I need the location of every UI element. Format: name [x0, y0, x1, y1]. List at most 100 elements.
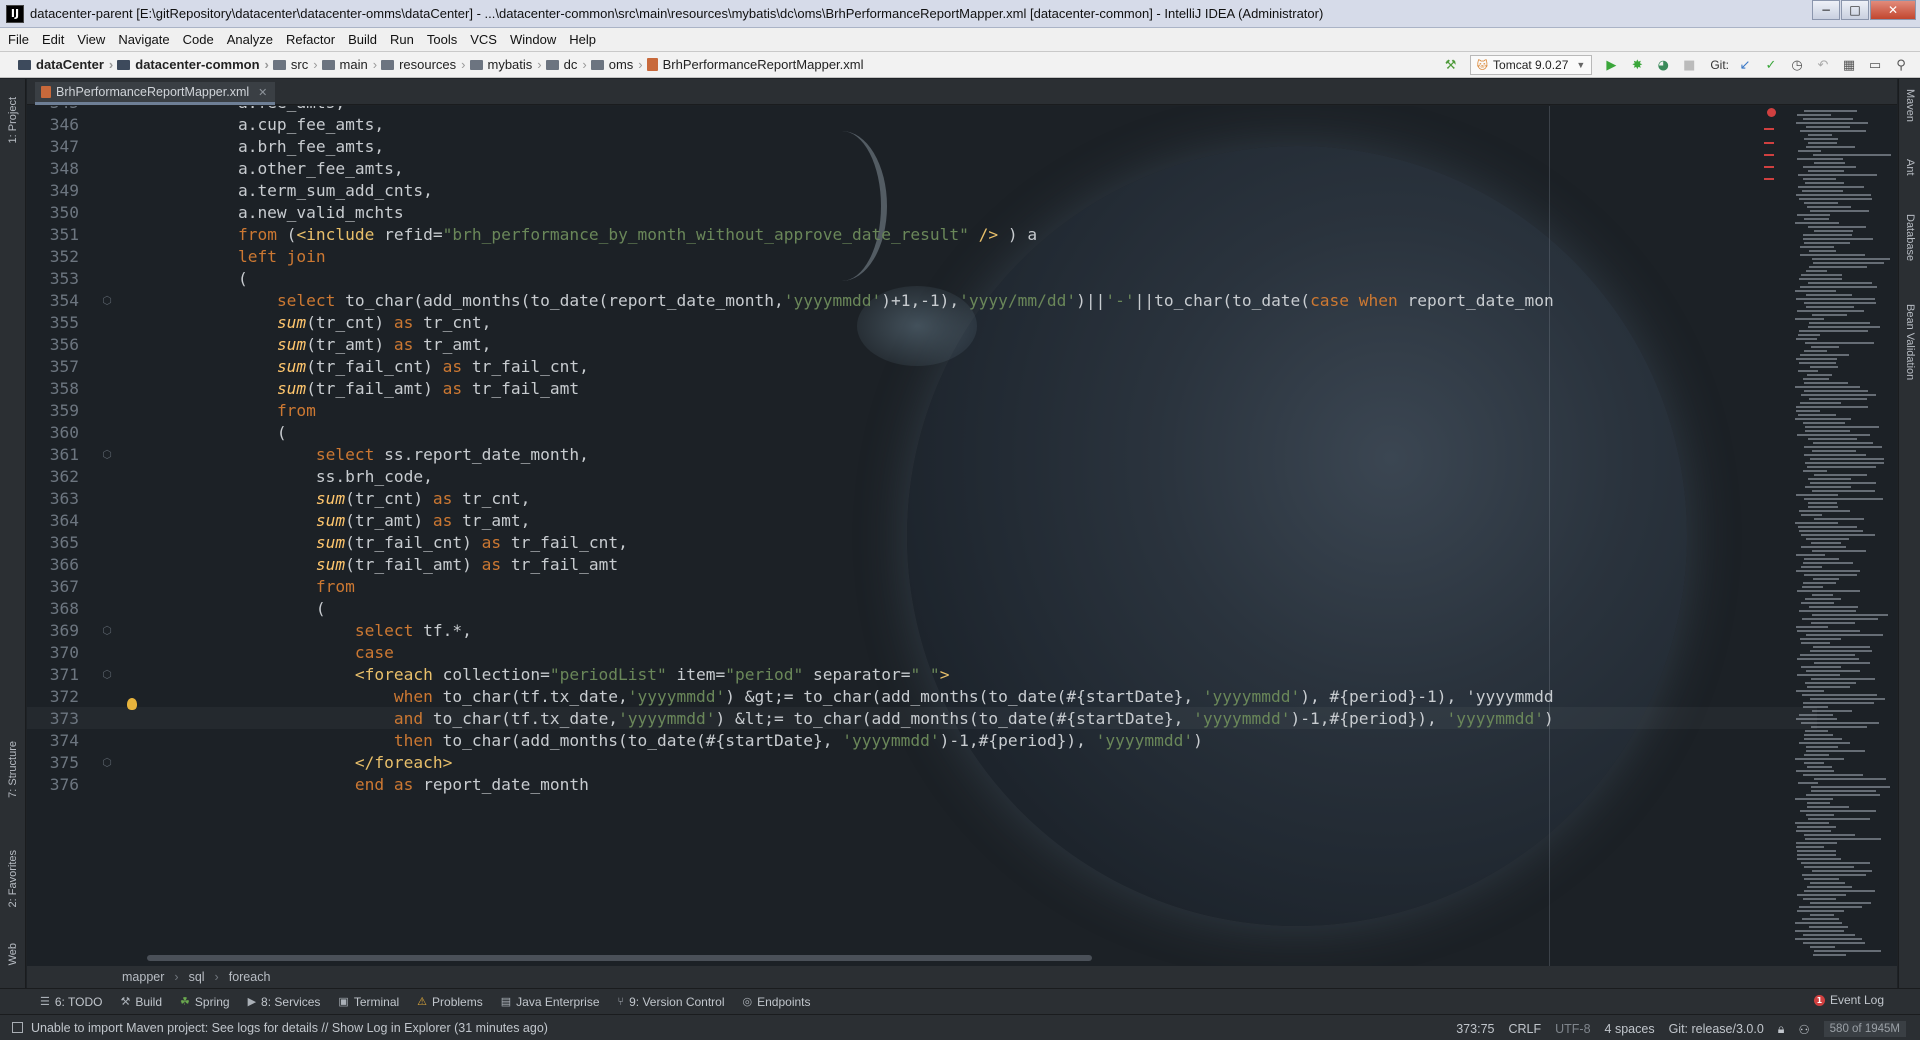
- line-number[interactable]: 360: [27, 423, 79, 442]
- maximize-button[interactable]: □: [1841, 0, 1869, 20]
- nav-crumb-mybatis[interactable]: mybatis ›: [469, 57, 542, 72]
- code-text[interactable]: case: [121, 643, 1781, 662]
- line-number[interactable]: 347: [27, 137, 79, 156]
- line-number[interactable]: 376: [27, 775, 79, 794]
- editor-tab[interactable]: BrhPerformanceReportMapper.xml ✕: [35, 82, 276, 105]
- code-line[interactable]: 367 from: [27, 575, 1817, 597]
- code-line[interactable]: 366 sum(tr_fail_amt) as tr_fail_amt: [27, 553, 1817, 575]
- code-line[interactable]: 355 sum(tr_cnt) as tr_cnt,: [27, 311, 1817, 333]
- code-text[interactable]: select tf.*,: [121, 621, 1781, 640]
- code-line[interactable]: 374 then to_char(add_months(to_date(#{st…: [27, 729, 1817, 751]
- tool-tab-maven[interactable]: Maven: [1899, 89, 1920, 149]
- search-icon[interactable]: ⚲: [1892, 56, 1910, 74]
- stop-icon[interactable]: ■: [1680, 56, 1698, 74]
- code-text[interactable]: when to_char(tf.tx_date,'yyyymmdd') &gt;…: [121, 687, 1781, 706]
- error-stripe-marker[interactable]: [1764, 142, 1774, 144]
- tool-windows-toggle-icon[interactable]: [12, 1022, 23, 1033]
- run-configuration-select[interactable]: 🐱︎ Tomcat 9.0.27 ▼: [1469, 55, 1593, 75]
- line-number[interactable]: 375: [27, 753, 79, 772]
- menu-window[interactable]: Window: [510, 32, 556, 47]
- lock-icon[interactable]: 🔒︎: [1778, 1022, 1785, 1037]
- code-text[interactable]: select to_char(add_months(to_date(report…: [121, 291, 1781, 310]
- code-text[interactable]: from: [121, 401, 1781, 420]
- line-number[interactable]: 373: [27, 709, 79, 728]
- nav-crumb-src[interactable]: src ›: [272, 57, 318, 72]
- inspector-icon[interactable]: ⚇: [1798, 1022, 1809, 1037]
- error-stripe-marker[interactable]: [1764, 128, 1774, 130]
- code-line[interactable]: 359 from: [27, 399, 1817, 421]
- fold-marker-icon[interactable]: ⬡: [99, 668, 115, 681]
- update-icon[interactable]: ↙: [1736, 56, 1754, 74]
- line-number[interactable]: 361: [27, 445, 79, 464]
- code-line[interactable]: 365 sum(tr_fail_cnt) as tr_fail_cnt,: [27, 531, 1817, 553]
- tool-tab-database[interactable]: Database: [1899, 214, 1920, 284]
- code-text[interactable]: ss.brh_code,: [121, 467, 1781, 486]
- nav-crumb-resources[interactable]: resources ›: [381, 57, 466, 72]
- code-text[interactable]: and to_char(tf.tx_date,'yyyymmdd') &lt;=…: [121, 709, 1781, 728]
- run-icon[interactable]: ▶: [1602, 56, 1620, 74]
- line-number[interactable]: 368: [27, 599, 79, 618]
- error-stripe-marker[interactable]: [1764, 166, 1774, 168]
- code-text[interactable]: sum(tr_amt) as tr_amt,: [121, 335, 1781, 354]
- indent-setting[interactable]: 4 spaces: [1605, 1022, 1655, 1036]
- editor-crumb-foreach[interactable]: foreach: [229, 970, 271, 984]
- fold-marker-icon[interactable]: ⬡: [99, 294, 115, 307]
- menu-code[interactable]: Code: [183, 32, 214, 47]
- code-line[interactable]: 376 end as report_date_month: [27, 773, 1817, 795]
- menu-vcs[interactable]: VCS: [470, 32, 497, 47]
- line-number[interactable]: 359: [27, 401, 79, 420]
- nav-crumb-dc[interactable]: dc ›: [545, 57, 587, 72]
- tool-window-endpoints[interactable]: ◎ Endpoints: [743, 995, 811, 1009]
- code-line[interactable]: 352 left join: [27, 245, 1817, 267]
- fold-marker-icon[interactable]: ⬡: [99, 624, 115, 637]
- line-number[interactable]: 350: [27, 203, 79, 222]
- tool-window-java-enterprise[interactable]: ▤ Java Enterprise: [501, 995, 600, 1009]
- menu-file[interactable]: File: [8, 32, 29, 47]
- line-number[interactable]: 369: [27, 621, 79, 640]
- tool-tab-structure[interactable]: 7: Structure: [0, 729, 26, 809]
- code-minimap[interactable]: [1787, 106, 1895, 966]
- event-log-button[interactable]: 1 Event Log: [1813, 993, 1884, 1007]
- menu-build[interactable]: Build: [348, 32, 377, 47]
- line-number[interactable]: 364: [27, 511, 79, 530]
- menu-tools[interactable]: Tools: [427, 32, 457, 47]
- line-number[interactable]: 356: [27, 335, 79, 354]
- line-number[interactable]: 363: [27, 489, 79, 508]
- hammer-icon[interactable]: ⚒: [1442, 56, 1460, 74]
- code-line[interactable]: 360 (: [27, 421, 1817, 443]
- menu-edit[interactable]: Edit: [42, 32, 64, 47]
- code-text[interactable]: a.fee_amts,: [121, 106, 1781, 112]
- code-text[interactable]: sum(tr_fail_cnt) as tr_fail_cnt,: [121, 357, 1781, 376]
- nav-crumb-main[interactable]: main ›: [321, 57, 377, 72]
- code-text[interactable]: sum(tr_fail_cnt) as tr_fail_cnt,: [121, 533, 1781, 552]
- code-editor[interactable]: 345 a.fee_amts,346 a.cup_fee_amts,347 a.…: [27, 106, 1897, 966]
- tool-tab-project[interactable]: 1: Project: [0, 85, 26, 155]
- code-line[interactable]: 361 ⬡ select ss.report_date_month,: [27, 443, 1817, 465]
- code-text[interactable]: <foreach collection="periodList" item="p…: [121, 665, 1781, 684]
- code-text[interactable]: a.brh_fee_amts,: [121, 137, 1781, 156]
- nav-crumb-file[interactable]: BrhPerformanceReportMapper.xml: [646, 57, 863, 72]
- tool-tab-ant[interactable]: Ant: [1899, 159, 1920, 199]
- code-text[interactable]: sum(tr_fail_amt) as tr_fail_amt: [121, 379, 1781, 398]
- tool-window-spring[interactable]: ☘ Spring: [180, 995, 230, 1009]
- line-number[interactable]: 370: [27, 643, 79, 662]
- rollback-icon[interactable]: ↶: [1814, 56, 1832, 74]
- minimize-button[interactable]: −: [1812, 0, 1840, 20]
- tool-window-todo[interactable]: ☰ 6: TODO: [40, 995, 102, 1009]
- tool-window-services[interactable]: ▶ 8: Services: [248, 995, 321, 1009]
- code-line[interactable]: 357 sum(tr_fail_cnt) as tr_fail_cnt,: [27, 355, 1817, 377]
- code-text[interactable]: a.other_fee_amts,: [121, 159, 1781, 178]
- code-line[interactable]: 368 (: [27, 597, 1817, 619]
- fold-marker-icon[interactable]: ⬡: [99, 448, 115, 461]
- code-text[interactable]: then to_char(add_months(to_date(#{startD…: [121, 731, 1781, 750]
- tool-window-version-control[interactable]: ⑂ 9: Version Control: [618, 995, 725, 1009]
- code-text[interactable]: sum(tr_amt) as tr_amt,: [121, 511, 1781, 530]
- line-separator[interactable]: CRLF: [1508, 1022, 1541, 1036]
- editor-crumb-mapper[interactable]: mapper: [122, 970, 164, 984]
- menu-analyze[interactable]: Analyze: [227, 32, 273, 47]
- menu-navigate[interactable]: Navigate: [118, 32, 169, 47]
- line-number[interactable]: 371: [27, 665, 79, 684]
- code-line[interactable]: 364 sum(tr_amt) as tr_amt,: [27, 509, 1817, 531]
- close-window-button[interactable]: ✕: [1870, 0, 1916, 20]
- code-text[interactable]: a.new_valid_mchts: [121, 203, 1781, 222]
